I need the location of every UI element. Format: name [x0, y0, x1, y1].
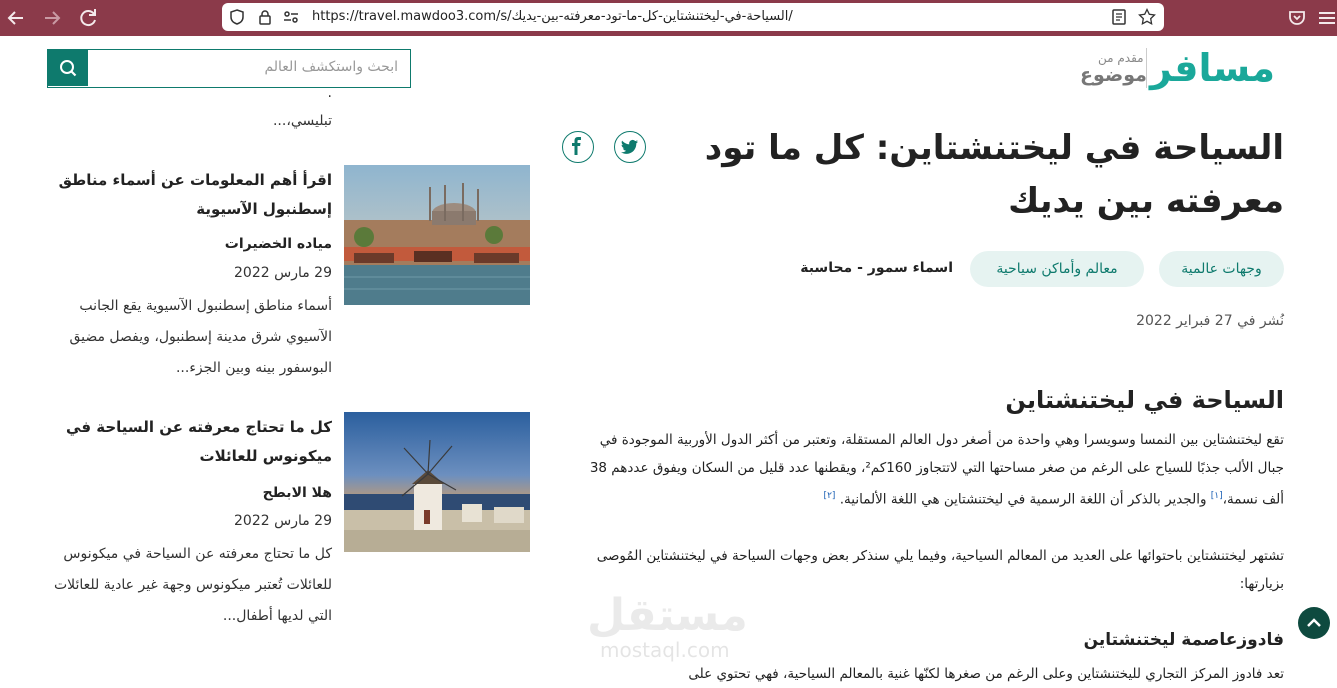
watermark-logo: مستقل — [587, 590, 748, 641]
reference-link[interactable]: [١] — [1211, 491, 1223, 501]
permissions-icon[interactable] — [282, 8, 300, 26]
tag-tourist-attractions[interactable]: معالم وأماكن سياحية — [970, 251, 1144, 287]
twitter-icon — [620, 139, 638, 154]
card-author[interactable]: هلا الابطح — [263, 485, 332, 501]
search-icon — [60, 60, 77, 77]
card-author[interactable]: مياده الخضيرات — [225, 236, 332, 252]
card-title[interactable]: كل ما تحتاج معرفته عن السياحة في ميكونوس… — [42, 413, 332, 471]
card-thumbnail-istanbul[interactable] — [344, 165, 530, 305]
reload-icon — [80, 9, 96, 27]
browser-toolbar: https://travel.mawdoo3.com/s/السياحة-في-… — [0, 0, 1337, 36]
card-date: 29 مارس 2022 — [234, 265, 332, 281]
card-title[interactable]: اقرأ أهم المعلومات عن أسماء مناطق إسطنبو… — [42, 166, 332, 224]
prev-card-excerpt: تبليسي،... — [272, 113, 332, 129]
reference-link[interactable]: [٢] — [824, 491, 836, 501]
reload-button[interactable] — [76, 6, 100, 30]
forward-button[interactable] — [40, 6, 64, 30]
facebook-icon — [572, 137, 581, 155]
star-icon[interactable] — [1138, 8, 1156, 26]
publish-date: نُشر في 27 فبراير 2022 — [1136, 313, 1284, 329]
arrow-right-icon — [45, 11, 61, 25]
article-paragraph-3: تعد فادوز المركز التجاري لليختنشتاين وعل… — [688, 666, 1284, 682]
card-thumbnail-mykonos[interactable] — [344, 412, 530, 552]
search-box: ابحث واستكشف العالم — [47, 49, 411, 88]
logo-tagline: مقدم من — [1098, 51, 1144, 65]
watermark-url: mostaql.com — [600, 638, 730, 662]
site-logo[interactable]: مسافر — [1150, 46, 1275, 90]
reader-view-icon[interactable] — [1110, 8, 1128, 26]
mykonos-image — [344, 412, 530, 552]
menu-icon[interactable] — [1315, 6, 1337, 30]
pocket-icon[interactable] — [1285, 6, 1309, 30]
url-bar[interactable]: https://travel.mawdoo3.com/s/السياحة-في-… — [222, 3, 1164, 31]
card-excerpt: أسماء مناطق إسطنبول الآسيوية يقع الجانب … — [69, 298, 332, 376]
prev-card-dots: . — [327, 85, 332, 101]
istanbul-image — [344, 165, 530, 305]
subheading: فادوزعاصمة ليختنشتاين — [1083, 630, 1284, 650]
card-date: 29 مارس 2022 — [234, 513, 332, 529]
paragraph-text: والجدير بالذكر أن اللغة الرسمية في ليختن… — [839, 491, 1211, 508]
facebook-share-button[interactable] — [562, 131, 594, 163]
shield-icon[interactable] — [228, 8, 246, 26]
twitter-share-button[interactable] — [614, 131, 646, 163]
chevron-up-icon — [1307, 618, 1321, 627]
arrow-left-icon — [7, 11, 23, 25]
tag-world-destinations[interactable]: وجهات عالمية — [1159, 251, 1284, 287]
card-excerpt: كل ما تحتاج معرفته عن السياحة في ميكونوس… — [53, 546, 332, 624]
partner-logo[interactable]: موضوع — [1080, 64, 1147, 86]
search-input[interactable]: ابحث واستكشف العالم — [264, 59, 398, 75]
lock-icon[interactable] — [256, 8, 274, 26]
article-author[interactable]: اسماء سمور - محاسبة — [800, 260, 953, 276]
back-button[interactable] — [4, 6, 28, 30]
article-paragraph-1: تقع ليختنشتاين بين النمسا وسويسرا وهي وا… — [574, 426, 1284, 514]
section-heading: السياحة في ليختنشتاين — [1005, 386, 1284, 414]
url-text[interactable]: https://travel.mawdoo3.com/s/السياحة-في-… — [312, 9, 793, 24]
scroll-to-top-button[interactable] — [1298, 607, 1330, 639]
page-title: السياحة في ليختنشتاين: كل ما تود معرفته … — [704, 128, 1284, 221]
search-button[interactable] — [48, 50, 88, 86]
